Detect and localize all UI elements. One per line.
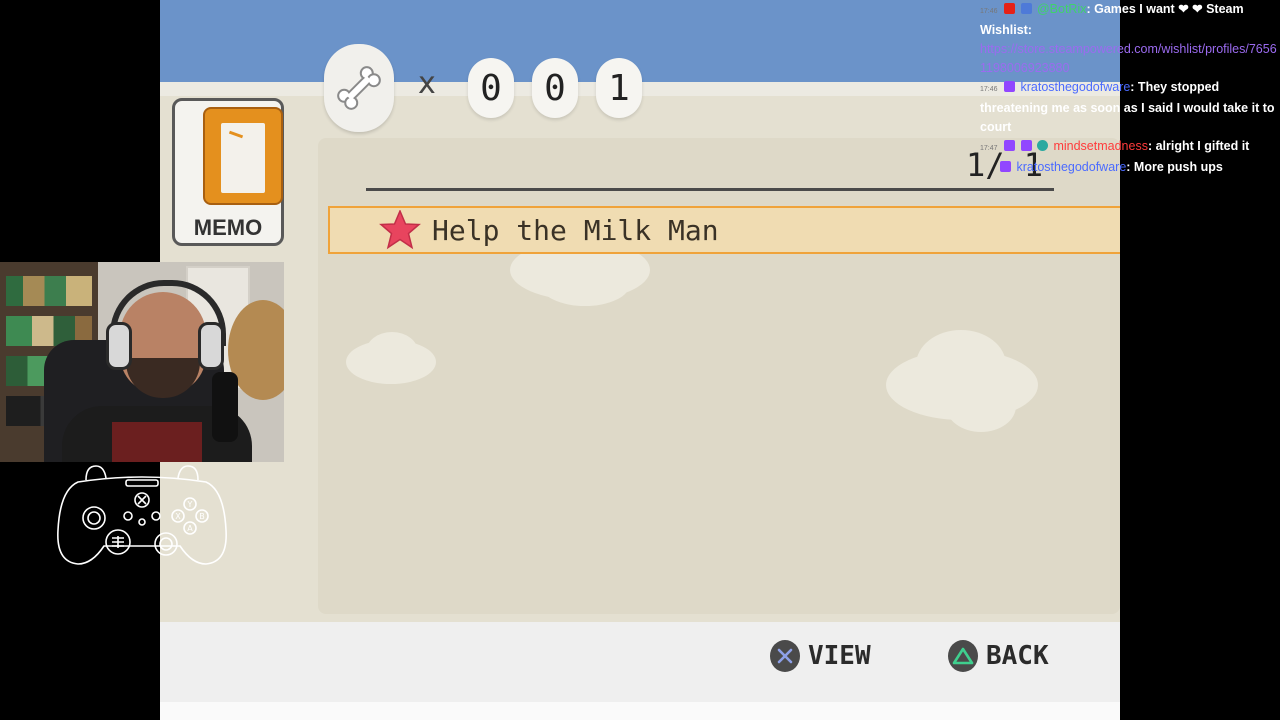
gifter-badge-icon [1036,140,1048,151]
chat-timestamp: 17:46 [980,86,998,93]
chat-timestamp: 17:46 [980,8,998,15]
shirt-print [112,422,202,462]
triangle-button-icon [948,640,978,672]
chat-link[interactable]: https://store.steampowered.com/wishlist/… [980,42,1277,75]
chat-message: 17:46 kratosthegodofware: They stopped t… [980,78,1278,137]
star-icon [379,210,421,250]
book-row [6,276,92,306]
chat-text: : More push ups [1126,160,1223,174]
multiply-sign: x [418,66,436,101]
memo-tab-label: MEMO [193,215,263,240]
chat-username[interactable]: kratosthegodofware [1016,160,1126,174]
bot-badge-icon [1020,3,1032,14]
subscriber-badge-icon [1020,140,1032,151]
youtube-badge-icon [1004,3,1016,14]
back-button[interactable]: BACK [948,636,1049,676]
chat-message: kratosthegodofware: More push ups [980,158,1278,177]
chat-text: : Games I want ❤ ❤ Steam Wishlist: [980,2,1244,37]
x-button-glyph: X [175,512,181,521]
chat-username[interactable]: mindsetmadness [1053,139,1148,153]
book-page [221,123,265,193]
webcam-feed [0,262,284,462]
bottom-edge [160,702,1120,720]
bone-icon [337,66,381,110]
count-digit: 0 [468,58,514,118]
book-bookmark [228,130,244,139]
cloud-decoration [540,262,630,306]
view-button-label: VIEW [808,641,871,671]
count-digit: 0 [532,58,578,118]
list-divider [366,188,1054,191]
game-screen: x 0 0 1 MEMO 1/ 1 Help the Milk Man VIEW [160,0,1120,720]
headphone-cup [106,322,132,370]
chat-username[interactable]: @BotRix [1037,2,1087,16]
twitch-badge-icon [1004,140,1016,151]
chat-timestamp: 17:47 [980,145,998,152]
chat-overlay: 17:46 @BotRix: Games I want ❤ ❤ Steam Wi… [980,0,1278,200]
chat-username[interactable]: kratosthegodofware [1021,80,1131,94]
chat-message: 17:46 @BotRix: Games I want ❤ ❤ Steam Wi… [980,0,1278,78]
headphone-cup [198,322,224,370]
microphone [212,372,238,442]
view-button[interactable]: VIEW [770,636,871,676]
cloud-decoration [366,332,418,372]
sky-band [160,0,1120,82]
controller-overlay-icon: Y B X A [57,465,227,565]
memo-tab[interactable]: MEMO [172,98,284,246]
cloud-decoration [946,380,1016,432]
book-icon [203,107,283,205]
bone-item-badge [324,44,394,132]
chat-text: : alright I gifted it [1147,139,1250,153]
back-button-label: BACK [986,641,1049,671]
twitch-badge-icon [1004,81,1016,92]
count-digit: 1 [596,58,642,118]
twitch-badge-icon [1000,161,1011,172]
b-button-glyph: B [199,512,205,521]
memo-item-label: Help the Milk Man [432,214,719,247]
cross-button-icon [770,640,800,672]
memo-list-item[interactable]: Help the Milk Man [328,206,1120,254]
chat-message: 17:47 mindsetmadness: alright I gifted i… [980,137,1278,158]
a-button-glyph: A [187,524,193,533]
y-button-glyph: Y [187,500,193,509]
